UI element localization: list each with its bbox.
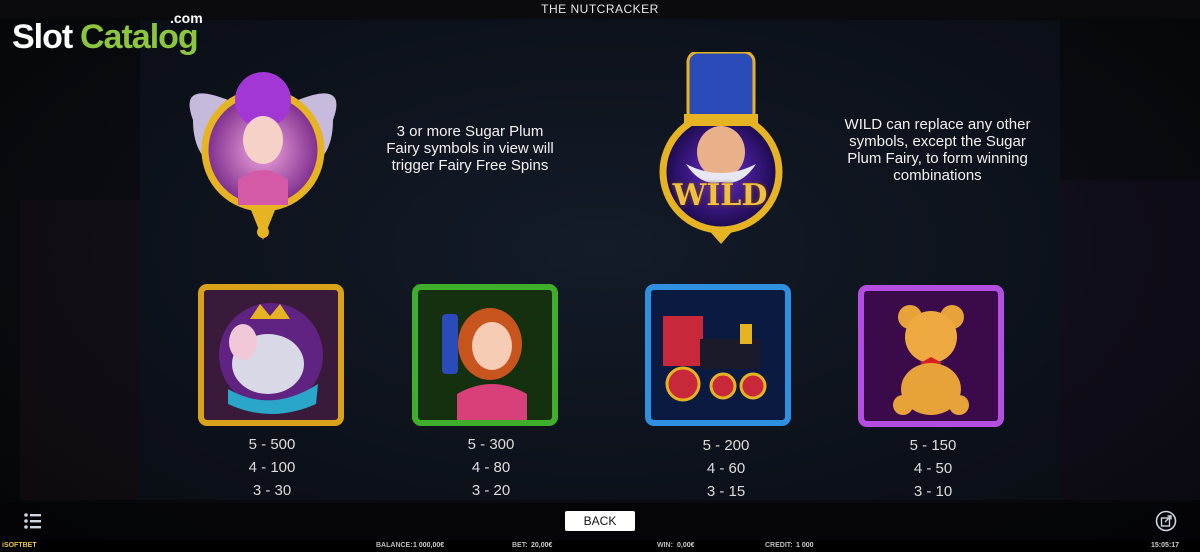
list-icon[interactable] — [22, 510, 44, 532]
credit-label: CREDIT: — [765, 542, 793, 549]
pay-line: 4 - 80 — [471, 459, 511, 476]
wild-description: WILD can replace any other symbols, exce… — [844, 116, 1031, 184]
wild-nutcracker-icon — [659, 52, 783, 244]
game-title: THE NUTCRACKER — [541, 2, 659, 16]
pay-line: 5 - 500 — [248, 436, 296, 453]
balance-label: BALANCE: — [376, 542, 413, 549]
external-link-icon[interactable] — [1155, 510, 1177, 532]
pay-line: 5 - 200 — [702, 437, 750, 454]
status-bar: iSOFTBET BALANCE: 1 000,00€ BET: 20,00€ … — [0, 540, 1200, 552]
credit-value: 1 000 — [796, 542, 814, 549]
pay-line: 5 - 150 — [909, 437, 957, 454]
teddy-bear-pays: 5 - 150 4 - 50 3 - 10 — [878, 434, 988, 503]
background-reels-decoration — [20, 20, 1200, 500]
watermark-part-3: .com — [170, 10, 203, 26]
mouse-king-pays: 5 - 500 4 - 100 3 - 30 — [217, 433, 327, 502]
pay-line: 4 - 60 — [706, 460, 746, 477]
fairy-description: 3 or more Sugar Plum Fairy symbols in vi… — [386, 123, 554, 174]
watermark-logo: Slot Catalog .com — [12, 8, 212, 58]
teddy-bear-icon — [858, 285, 1004, 427]
win-value: 0,00€ — [677, 542, 695, 549]
win-label: WIN: — [657, 542, 673, 549]
brand-label: iSOFTBET — [2, 542, 37, 549]
pay-line: 3 - 30 — [252, 482, 292, 499]
balance-value: 1 000,00€ — [413, 542, 445, 549]
toy-train-pays: 5 - 200 4 - 60 3 - 15 — [671, 434, 781, 503]
back-button[interactable]: BACK — [565, 511, 635, 531]
watermark-part-1: Slot — [12, 18, 73, 56]
clara-pays: 5 - 300 4 - 80 3 - 20 — [436, 433, 546, 502]
pay-line: 4 - 100 — [248, 459, 296, 476]
mouse-king-icon — [198, 284, 344, 426]
pay-line: 5 - 300 — [467, 436, 515, 453]
pay-line: 4 - 50 — [913, 460, 953, 477]
fairy-symbol-icon — [189, 72, 337, 240]
clock-time: 15:05:17 — [1151, 542, 1180, 549]
bet-value: 20,00€ — [531, 542, 553, 549]
pay-line: 3 - 20 — [471, 482, 511, 499]
wild-label: WILD — [672, 178, 768, 213]
pay-line: 3 - 15 — [706, 483, 746, 500]
bet-label: BET: — [512, 542, 528, 549]
toy-train-icon — [645, 284, 791, 426]
pay-line: 3 - 10 — [913, 483, 953, 500]
clara-icon — [412, 284, 558, 426]
game-background — [0, 0, 1200, 552]
